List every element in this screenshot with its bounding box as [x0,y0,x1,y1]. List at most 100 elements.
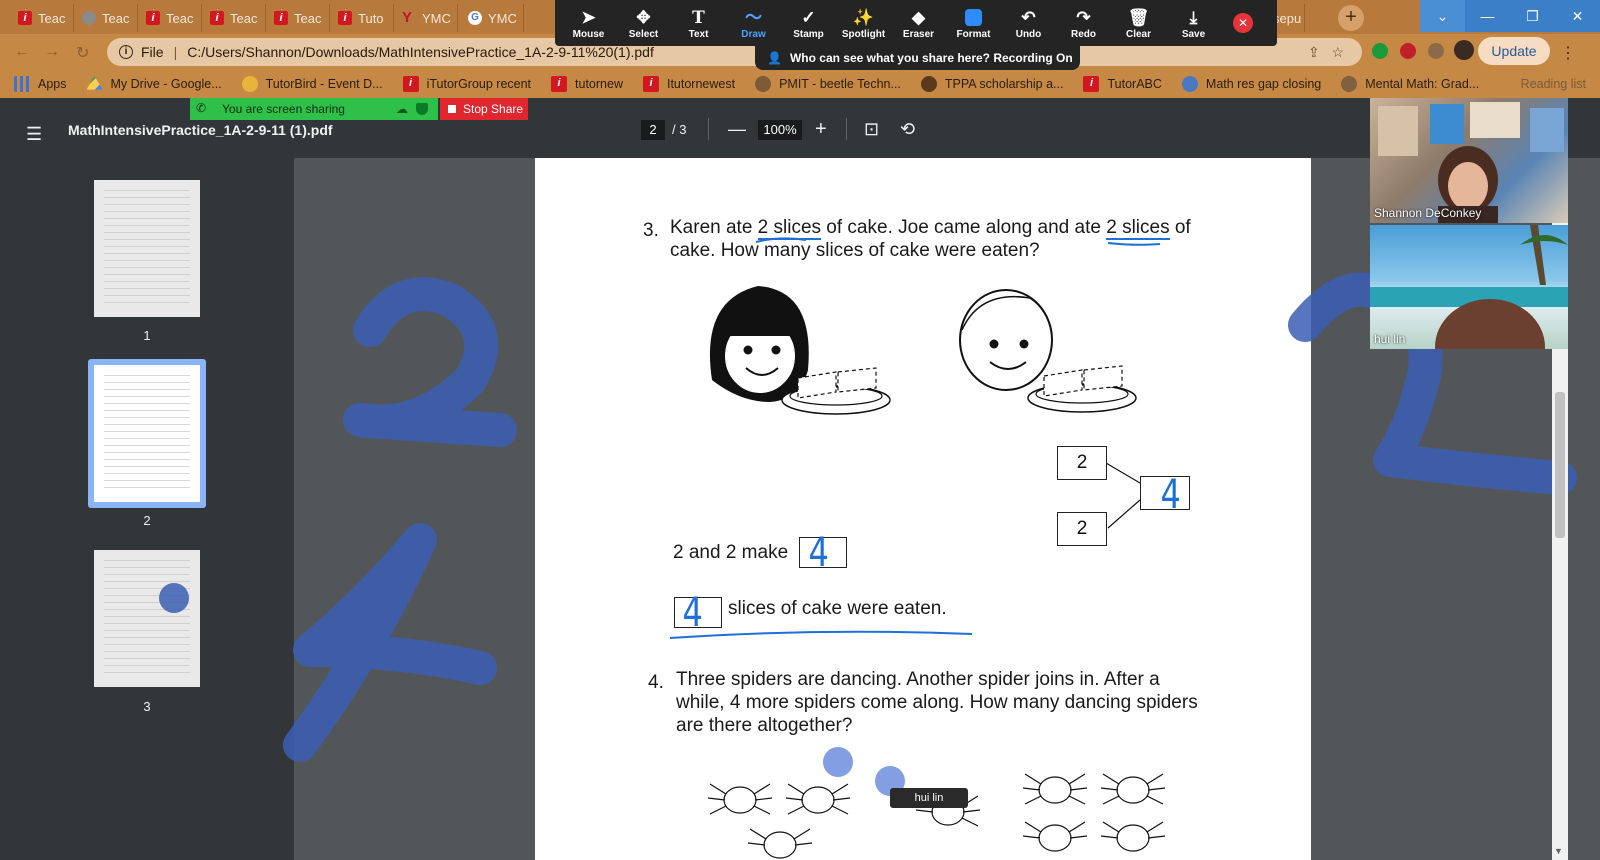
browser-tab[interactable]: G YMC [460,4,524,32]
thumbnail-number: 1 [143,328,151,343]
reload-icon[interactable]: ↻ [76,43,89,63]
bookmark-label: TutorABC [1107,77,1162,91]
question-number: 4. [648,672,664,693]
extensions-puzzle-icon[interactable] [1428,43,1444,59]
bookmark-label: TPPA scholarship a... [944,77,1064,91]
tool-select[interactable]: ✥ Select [616,7,671,40]
restore-button[interactable]: ❐ [1510,0,1555,32]
browser-tab[interactable]: i Tuto [330,4,394,32]
tool-save[interactable]: ⤓ Save [1166,7,1221,40]
browser-tab[interactable]: Y YMC [394,4,458,32]
tool-label: Redo [1071,28,1096,40]
url-text[interactable]: C:/Users/Shannon/Downloads/MathIntensive… [187,44,654,60]
bookmark-item[interactable]: PMIT - beetle Techn... [755,76,901,92]
undo-icon: ↶ [1021,7,1036,27]
profile-avatar[interactable] [1454,40,1474,60]
bookmark-item[interactable]: i TutorABC [1083,76,1162,92]
q4-text-line: Three spiders are dancing. Another spide… [676,669,1160,690]
tool-undo[interactable]: ↶ Undo [1001,7,1056,40]
page-number-input[interactable]: 2 [641,120,665,140]
close-window-button[interactable]: ✕ [1555,0,1600,32]
text-icon: T [692,7,705,28]
stop-icon [448,105,456,113]
cloud-icon: ☁ [396,102,408,116]
tool-format[interactable]: Format [946,7,1001,40]
page-total: / 3 [672,122,687,137]
browser-tab[interactable]: i Teac [266,4,330,32]
browser-tab[interactable]: i Teac [202,4,266,32]
tool-eraser[interactable]: ◆ Eraser [891,7,946,40]
bookmark-apps[interactable]: Apps [14,76,67,92]
close-annotation-icon[interactable]: ✕ [1233,13,1253,33]
extension-icon[interactable] [1372,43,1388,59]
scroll-down-icon[interactable]: ▼ [1554,846,1563,856]
browser-tab[interactable]: i Teac [138,4,202,32]
zoom-annotation-toolbar: ➤ Mouse ✥ Select T Text 〜 Draw ✓ Stamp ✨ Spotl… [555,0,1277,46]
tool-spotlight[interactable]: ✨ Spotlight [836,7,891,40]
share-bookmark-icons[interactable]: ⇪ ☆ [1308,44,1344,61]
bookmark-item[interactable]: TutorBird - Event D... [241,76,383,92]
mentalmath-icon [1341,76,1358,92]
bookmark-item[interactable]: i tutornew [551,76,623,92]
tool-stamp[interactable]: ✓ Stamp [781,7,836,40]
tool-clear[interactable]: 🗑 Clear [1111,7,1166,40]
tool-redo[interactable]: ↷ Redo [1056,7,1111,40]
recording-notice[interactable]: 👤 Who can see what you share here? Recor… [755,46,1080,70]
toolbar-divider [708,118,709,140]
download-icon: ⤓ [1189,7,1198,27]
bookmark-label: tutornew [575,77,623,91]
pdf-menu-icon[interactable]: ☰ [26,124,42,145]
browser-tab[interactable]: Teac [74,4,138,32]
trash-icon: 🗑 [1127,7,1150,27]
q3-underlined-quantity: 2 slices [1106,217,1170,240]
bookmark-item[interactable]: i iTutorGroup recent [402,76,531,92]
rotate-icon[interactable]: ⟲ [900,118,915,140]
globe-icon [1181,76,1198,92]
new-tab-button[interactable]: + [1338,5,1364,31]
back-icon[interactable]: ← [14,43,30,61]
cursor-name-tag: hui lin [890,788,968,808]
bookmark-item[interactable]: My Drive - Google... [86,76,222,92]
ublock-icon[interactable] [1400,43,1416,59]
zoom-in-button[interactable]: + [815,118,827,140]
info-icon[interactable]: i [119,45,133,59]
stop-share-button[interactable]: Stop Share [440,98,528,120]
q3-text-part: Karen ate [670,217,758,238]
zoom-out-button[interactable]: — [728,118,746,140]
itutor-icon: i [551,76,568,92]
tab-search-button[interactable]: ⌄ [1420,0,1465,32]
tab-label: YMC [488,10,517,26]
thumbnail-number: 2 [143,513,151,528]
itutor-icon: i [18,11,32,25]
browser-tab[interactable]: i Teac [10,4,74,32]
bookmark-item[interactable]: TPPA scholarship a... [920,76,1064,92]
participant-video-tile[interactable]: Shannon DeConkey [1370,98,1568,223]
bond-part-box: 2 [1057,446,1107,480]
update-button[interactable]: Update [1478,37,1550,65]
bookmark-item[interactable]: Mental Math: Grad... [1341,76,1479,92]
bookmark-item[interactable]: i Itutornewest [642,76,736,92]
bookmark-item[interactable]: Math res gap closing [1181,76,1321,92]
page-thumbnail[interactable] [94,180,200,317]
tool-label: Select [628,28,659,40]
page-thumbnail[interactable] [94,550,200,687]
tool-mouse[interactable]: ➤ Mouse [561,7,616,40]
scrollbar-thumb[interactable] [1555,392,1565,538]
q4-text-line: while, 4 more spiders come along. How ma… [676,692,1198,713]
menu-kebab-icon[interactable]: ⋮ [1560,43,1576,63]
participant-video-tile[interactable]: hui lin [1370,225,1568,349]
question-3-text: Karen ate 2 slices of cake. Joe came alo… [670,216,1210,262]
tool-draw[interactable]: 〜 Draw [726,7,781,40]
tool-text[interactable]: T Text [671,7,726,40]
forward-icon[interactable]: → [44,43,60,61]
reading-list[interactable]: Reading list [1521,77,1586,91]
zoom-level-input[interactable]: 100% [758,120,802,140]
fit-page-icon[interactable]: ⊡ [864,118,879,140]
page-thumbnail[interactable] [94,365,200,502]
bookmark-label: Itutornewest [666,77,736,91]
minimize-button[interactable]: — [1465,0,1510,32]
squiggle-icon: 〜 [745,7,762,27]
tool-label: Undo [1015,28,1042,40]
screen-sharing-indicator[interactable]: ✆ You are screen sharing ☁ [190,98,438,120]
handwritten-answer: 4 [1160,472,1181,518]
